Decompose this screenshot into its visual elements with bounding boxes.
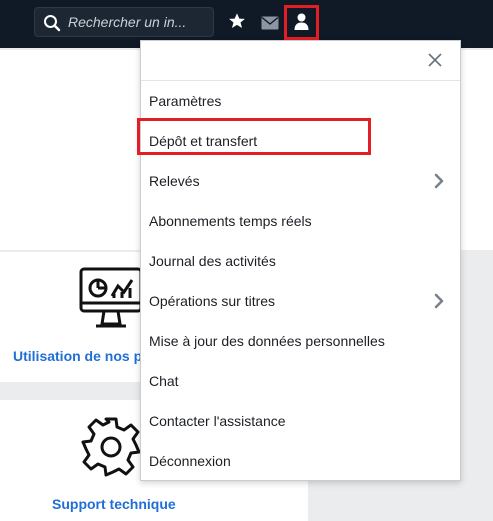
menu-item-label: Abonnements temps réels	[149, 213, 312, 229]
menu-item-journal-activites[interactable]: Journal des activités	[141, 241, 460, 281]
account-dropdown-menu: Paramètres Dépôt et transfert Relevés Ab…	[140, 40, 461, 481]
menu-item-releves[interactable]: Relevés	[141, 161, 460, 201]
chevron-right-icon	[434, 173, 444, 189]
highlight-box	[137, 118, 371, 155]
usage-link[interactable]: Utilisation de nos p	[13, 348, 142, 364]
support-link[interactable]: Support technique	[52, 496, 176, 512]
menu-item-operations-titres[interactable]: Opérations sur titres	[141, 281, 460, 321]
chevron-right-icon	[434, 293, 444, 309]
menu-item-label: Paramètres	[149, 93, 222, 109]
user-icon	[294, 13, 309, 30]
menu-item-deconnexion[interactable]: Déconnexion	[141, 441, 460, 481]
search-input[interactable]: Rechercher un in...	[68, 14, 186, 30]
menu-item-label: Déconnexion	[149, 453, 231, 469]
menu-item-parametres[interactable]: Paramètres	[141, 81, 460, 121]
menu-item-label: Relevés	[149, 173, 200, 189]
menu-item-label: Journal des activités	[149, 253, 276, 269]
menu-header	[141, 41, 460, 81]
menu-item-label: Opérations sur titres	[149, 293, 276, 309]
menu-item-mise-a-jour[interactable]: Mise à jour des données personnelles	[141, 321, 460, 361]
user-menu-button[interactable]	[284, 5, 319, 40]
star-icon[interactable]	[228, 12, 246, 30]
mail-icon[interactable]	[261, 14, 279, 32]
menu-item-label: Chat	[149, 373, 179, 389]
menu-item-contacter-assistance[interactable]: Contacter l'assistance	[141, 401, 460, 441]
gear-icon	[81, 417, 141, 477]
monitor-chart-icon	[79, 267, 143, 328]
menu-item-label: Contacter l'assistance	[149, 413, 286, 429]
menu-item-label: Mise à jour des données personnelles	[149, 333, 385, 349]
menu-item-chat[interactable]: Chat	[141, 361, 460, 401]
search-icon	[44, 15, 61, 32]
close-icon[interactable]	[428, 53, 442, 67]
menu-item-abonnements[interactable]: Abonnements temps réels	[141, 201, 460, 241]
search-box[interactable]: Rechercher un in...	[34, 7, 214, 37]
